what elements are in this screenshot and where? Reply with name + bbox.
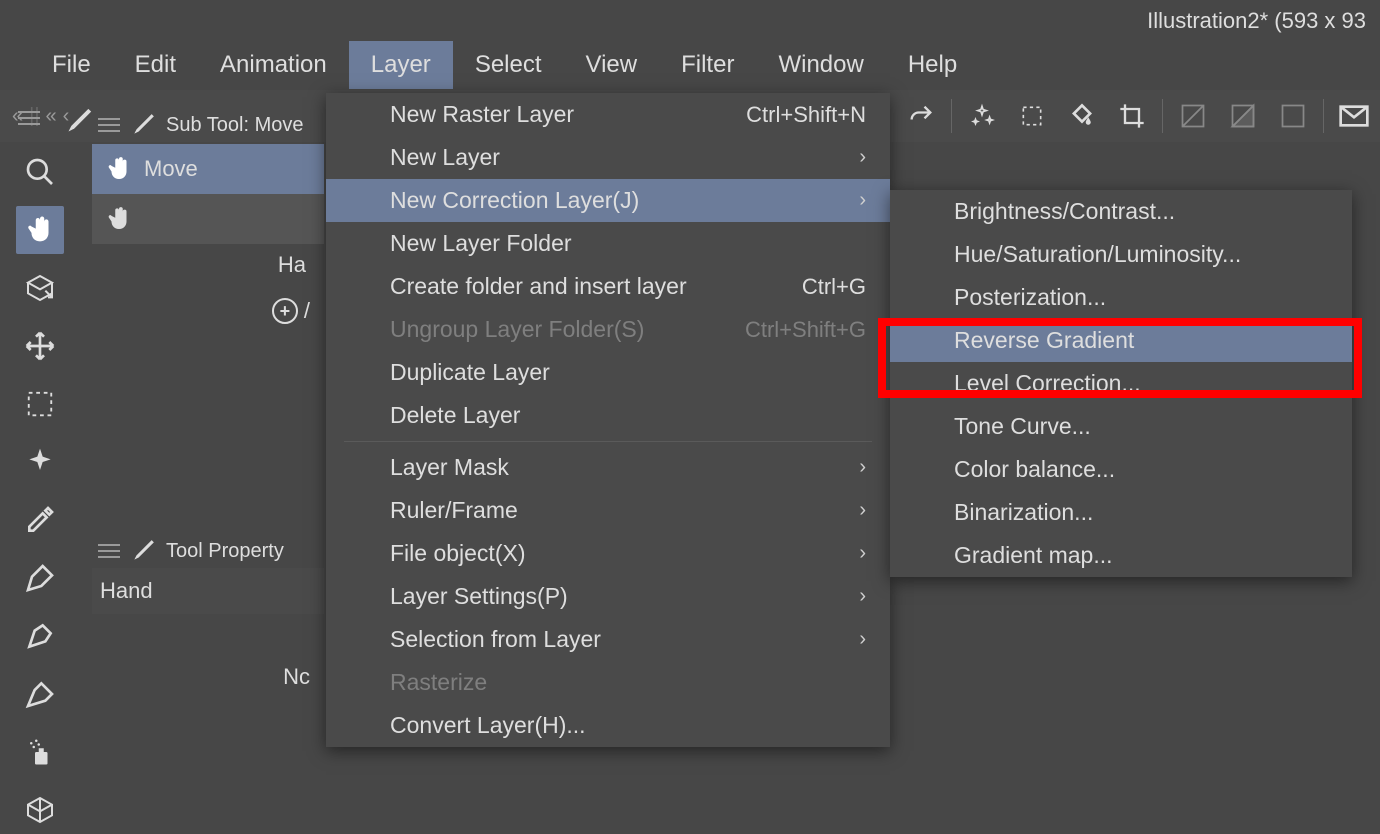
hamburger2-icon[interactable] (98, 117, 120, 133)
mi-reverse-gradient[interactable]: Reverse Gradient (890, 319, 1352, 362)
correction-submenu: Brightness/Contrast... Hue/Saturation/Lu… (890, 190, 1352, 577)
pen-small-icon (128, 110, 158, 140)
wand-icon[interactable] (16, 438, 64, 486)
toolprop-nc: Nc (92, 614, 324, 690)
tool-sidebar (10, 142, 70, 834)
subtool-hand[interactable] (92, 194, 324, 244)
spray-icon[interactable] (16, 728, 64, 776)
sparkle-icon[interactable] (962, 96, 1002, 136)
menu-view[interactable]: View (564, 41, 660, 89)
hamburger3-icon[interactable] (98, 543, 120, 559)
brush-icon[interactable] (60, 106, 94, 140)
subtool-move-label: Move (144, 156, 198, 182)
mi-new-raster-layer[interactable]: New Raster LayerCtrl+Shift+N (326, 93, 890, 136)
subtool-ha: Ha (92, 244, 324, 278)
move-arrows-icon[interactable] (16, 322, 64, 370)
mi-tone-curve[interactable]: Tone Curve... (890, 405, 1352, 448)
mi-delete-layer[interactable]: Delete Layer (326, 394, 890, 437)
mi-posterization[interactable]: Posterization... (890, 276, 1352, 319)
eyedropper-icon[interactable] (16, 496, 64, 544)
mi-create-folder-insert[interactable]: Create folder and insert layerCtrl+G (326, 265, 890, 308)
mi-new-layer[interactable]: New Layer› (326, 136, 890, 179)
mi-new-correction-layer[interactable]: New Correction Layer(J)› (326, 179, 890, 222)
box-cursor-icon[interactable] (16, 264, 64, 312)
menu-layer[interactable]: Layer (349, 41, 453, 89)
magnifier-icon[interactable] (16, 148, 64, 196)
layer-dropdown: New Raster LayerCtrl+Shift+N New Layer› … (326, 93, 890, 747)
add-label: / (304, 298, 310, 324)
menu-help[interactable]: Help (886, 41, 979, 89)
nav-double-left2-icon[interactable]: « (46, 105, 57, 128)
mi-layer-mask[interactable]: Layer Mask› (326, 446, 890, 489)
mi-file-object[interactable]: File object(X)› (326, 532, 890, 575)
add-icon[interactable]: + (272, 298, 298, 324)
crop-icon[interactable] (1112, 96, 1152, 136)
mi-convert-layer[interactable]: Convert Layer(H)... (326, 704, 890, 747)
menu-separator (344, 441, 872, 442)
pen1-icon[interactable] (16, 554, 64, 602)
window-title: Illustration2* (593 x 93 (0, 0, 1380, 40)
mi-hue-saturation[interactable]: Hue/Saturation/Luminosity... (890, 233, 1352, 276)
mi-color-balance[interactable]: Color balance... (890, 448, 1352, 491)
mi-ruler-frame[interactable]: Ruler/Frame› (326, 489, 890, 532)
wrench-icon (130, 538, 156, 564)
mi-new-layer-folder[interactable]: New Layer Folder (326, 222, 890, 265)
menu-file[interactable]: File (30, 41, 113, 89)
mi-rasterize: Rasterize (326, 661, 890, 704)
toolprop-header-label: Tool Property (166, 540, 284, 563)
hamburger-icon[interactable] (18, 110, 40, 126)
mi-ungroup: Ungroup Layer Folder(S)Ctrl+Shift+G (326, 308, 890, 351)
redo-icon[interactable] (901, 96, 941, 136)
mi-duplicate-layer[interactable]: Duplicate Layer (326, 351, 890, 394)
menu-edit[interactable]: Edit (113, 41, 198, 89)
diag2-icon[interactable] (1223, 96, 1263, 136)
subtool-header-label: Sub Tool: Move (166, 114, 304, 137)
mi-level-correction[interactable]: Level Correction... (890, 362, 1352, 405)
mi-layer-settings[interactable]: Layer Settings(P)› (326, 575, 890, 618)
mi-gradient-map[interactable]: Gradient map... (890, 534, 1352, 577)
toolprop-hand: Hand (92, 568, 324, 614)
mi-brightness-contrast[interactable]: Brightness/Contrast... (890, 190, 1352, 233)
menu-select[interactable]: Select (453, 41, 564, 89)
menu-animation[interactable]: Animation (198, 41, 349, 89)
subtool-move[interactable]: Move (92, 144, 324, 194)
pen2-icon[interactable] (16, 612, 64, 660)
menubar: File Edit Animation Layer Select View Fi… (0, 40, 1380, 90)
envelope-icon[interactable] (1334, 96, 1374, 136)
rect-icon[interactable] (1273, 96, 1313, 136)
shape-box-icon[interactable] (16, 786, 64, 834)
mi-selection-from-layer[interactable]: Selection from Layer› (326, 618, 890, 661)
menu-filter[interactable]: Filter (659, 41, 756, 89)
hand-icon (104, 154, 134, 184)
subtool-panel: Sub Tool: Move Move Ha + / Tool Property… (92, 106, 324, 690)
menu-window[interactable]: Window (756, 41, 885, 89)
mi-binarization[interactable]: Binarization... (890, 491, 1352, 534)
hand2-icon (104, 204, 134, 234)
hand-tool-icon[interactable] (16, 206, 64, 254)
pen3-icon[interactable] (16, 670, 64, 718)
selection-icon[interactable] (1012, 96, 1052, 136)
bucket-icon[interactable] (1062, 96, 1102, 136)
marquee-icon[interactable] (16, 380, 64, 428)
diag1-icon[interactable] (1173, 96, 1213, 136)
